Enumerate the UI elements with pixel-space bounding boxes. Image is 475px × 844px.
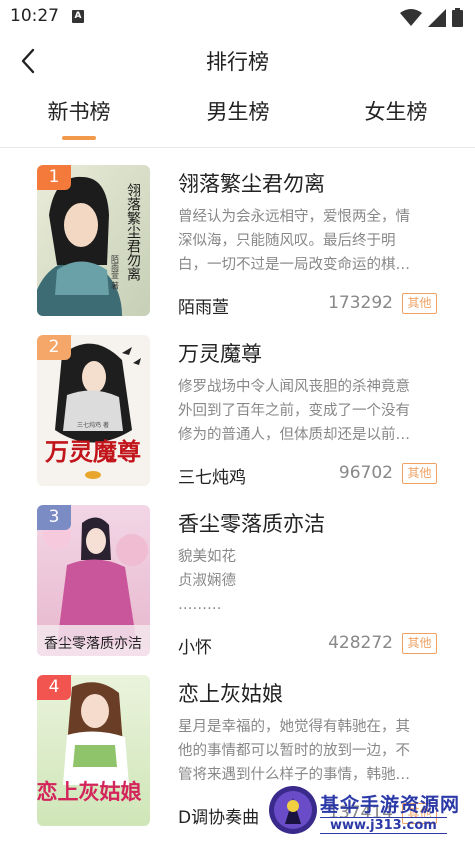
watermark-title: 基伞手游资源网: [320, 794, 461, 816]
book-author: D调协奏曲: [178, 808, 260, 828]
description-line: 白，一切不过是一局改变命运的棋…: [178, 257, 410, 273]
book-author: 三七炖鸡: [178, 468, 246, 488]
app-header: 排行榜: [0, 34, 475, 88]
notification-a-icon: A: [72, 10, 84, 23]
status-bar: 10:27 A: [0, 0, 475, 34]
description-line: 他的事情都可以暂时的放到一边，不: [178, 743, 410, 759]
book-author: 陌雨萱: [178, 298, 229, 318]
category-tag: 其他: [402, 463, 437, 484]
site-watermark: 基伞手游资源网 www.j313.com: [265, 780, 475, 844]
description-line: 外回到了百年之前，变成了一个没有: [178, 403, 410, 419]
cover-author-text: 陌雨萱 著: [111, 255, 120, 291]
description-line: 修罗战场中令人闻风丧胆的杀神竟意: [178, 379, 410, 395]
book-description: 貌美如花 贞淑娴德 ………: [178, 545, 436, 617]
list-item[interactable]: 翎落繁尘君勿离 陌雨萱 著 1 翎落繁尘君勿离 曾经认为会永远相守，爱恨两全，情…: [0, 148, 475, 318]
book-title[interactable]: 翎落繁尘君勿离: [178, 168, 325, 198]
book-read-count: 96702: [338, 463, 393, 483]
rank-badge: 2: [37, 335, 71, 360]
description-line: 貌美如花: [178, 549, 236, 565]
description-line: 贞淑娴德: [178, 573, 236, 589]
cover-author-text: 三七炖鸡 著: [77, 421, 109, 429]
active-tab-indicator: [62, 136, 96, 140]
cover-title-text: 恋上灰姑娘: [37, 779, 142, 804]
tab-female[interactable]: 女生榜: [341, 96, 451, 126]
book-description: 曾经认为会永远相守，爱恨两全，情 深似海，只能随风叹。最后终于明 白，一切不过是…: [178, 205, 436, 277]
category-tag: 其他: [402, 293, 437, 314]
list-item[interactable]: 三七炖鸡 著 万灵魔尊 2 万灵魔尊 修罗战场中令人闻风丧胆的杀神竟意 外回到了…: [0, 318, 475, 488]
book-title[interactable]: 香尘零落质亦洁: [178, 508, 325, 538]
book-title[interactable]: 万灵魔尊: [178, 338, 262, 368]
watermark-logo-icon: [269, 786, 317, 834]
description-line: 星月是幸福的，她觉得有韩驰在，其: [178, 719, 410, 735]
status-icons: [400, 8, 463, 27]
cover-title-text: 香尘零落质亦洁: [44, 636, 142, 652]
book-read-count: 173292: [328, 293, 393, 313]
book-read-count: 428272: [328, 633, 393, 653]
category-tag: 其他: [402, 633, 437, 654]
rank-badge: 4: [37, 675, 71, 700]
book-description: 修罗战场中令人闻风丧胆的杀神竟意 外回到了百年之前，变成了一个没有 修为的普通人…: [178, 375, 436, 447]
book-cover[interactable]: 香尘零落质亦洁 3: [37, 505, 150, 656]
signal-icon: [428, 8, 446, 27]
tab-new-books[interactable]: 新书榜: [24, 96, 134, 126]
list-item[interactable]: 香尘零落质亦洁 3 香尘零落质亦洁 貌美如花 贞淑娴德 ……… 小怀 42827…: [0, 488, 475, 658]
book-description: 星月是幸福的，她觉得有韩驰在，其 他的事情都可以暂时的放到一边，不 管将来遇到什…: [178, 715, 436, 787]
wifi-icon: [400, 8, 422, 26]
book-author: 小怀: [178, 638, 212, 658]
description-line: 修为的普通人，但体质却还是以前…: [178, 427, 410, 443]
ranking-tabs: 新书榜 男生榜 女生榜: [0, 96, 475, 144]
tab-male[interactable]: 男生榜: [183, 96, 293, 126]
book-cover[interactable]: 三七炖鸡 著 万灵魔尊 2: [37, 335, 150, 486]
cover-title-text: 翎落繁尘君勿离: [125, 183, 141, 281]
book-title[interactable]: 恋上灰姑娘: [178, 678, 283, 708]
book-cover[interactable]: 翎落繁尘君勿离 陌雨萱 著 1: [37, 165, 150, 316]
cover-title-text: 万灵魔尊: [45, 437, 141, 466]
battery-icon: [452, 8, 463, 27]
rank-badge: 1: [37, 165, 71, 190]
page-title: 排行榜: [206, 50, 269, 74]
description-line: 深似海，只能随风叹。最后终于明: [178, 233, 396, 249]
rank-badge: 3: [37, 505, 71, 530]
status-time: 10:27: [10, 6, 59, 26]
description-line: 曾经认为会永远相守，爱恨两全，情: [178, 209, 410, 225]
book-cover[interactable]: 恋上灰姑娘 4: [37, 675, 150, 826]
description-line: ………: [178, 597, 222, 613]
watermark-url: www.j313.com: [320, 817, 447, 834]
